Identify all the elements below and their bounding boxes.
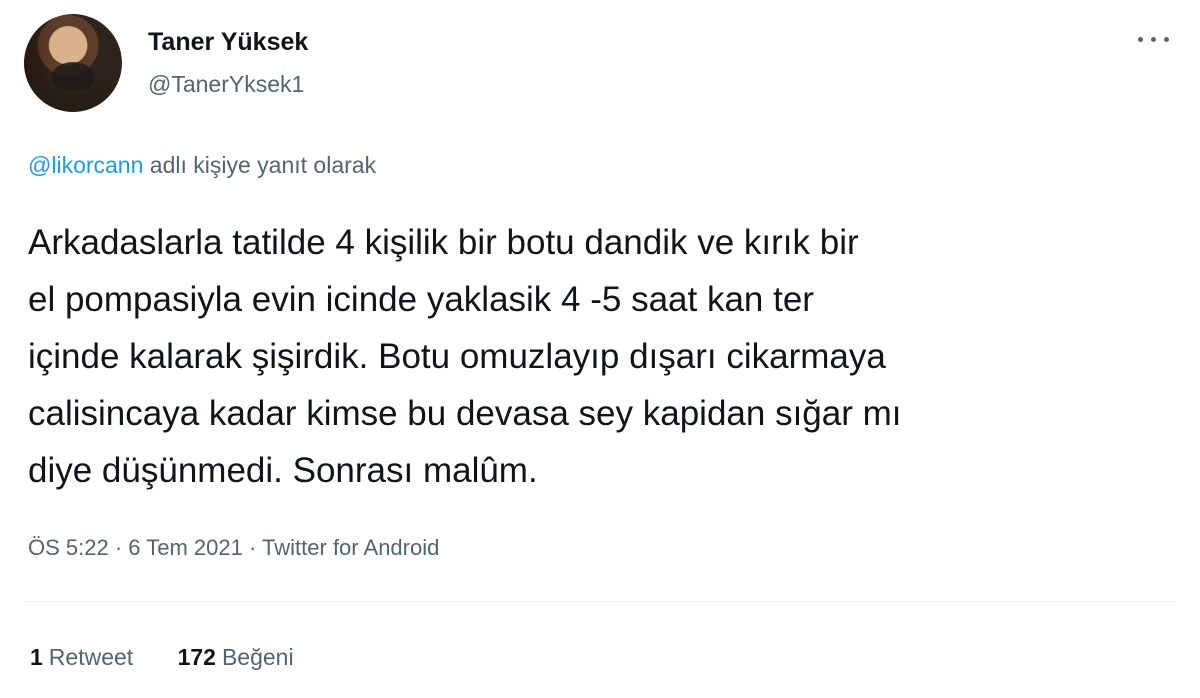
more-options-button[interactable] [1134, 24, 1174, 52]
retweets-label: Retweet [48, 644, 134, 670]
tweet-stats: 1 Retweet 172 Beğeni [30, 641, 332, 673]
replied-user-mention[interactable]: @likorcann [28, 152, 143, 178]
reply-context: @likorcann adlı kişiye yanıt olarak [28, 149, 376, 181]
author-handle[interactable]: @TanerYksek1 [148, 69, 304, 99]
author-avatar[interactable] [24, 14, 122, 112]
stats-divider [24, 601, 1176, 602]
tweet-text: Arkadaslarla tatilde 4 kişilik bir botu … [28, 214, 1173, 499]
more-horizontal-icon [1151, 37, 1156, 42]
more-horizontal-icon [1164, 37, 1169, 42]
more-horizontal-icon [1138, 37, 1143, 42]
likes-count: 172 [177, 644, 216, 670]
tweet-source-link[interactable]: Twitter for Android [262, 535, 439, 560]
meta-separator: · [249, 535, 257, 560]
tweet-header: Taner Yüksek @TanerYksek1 [24, 14, 1176, 114]
meta-separator: · [114, 535, 123, 560]
reply-context-label: adlı kişiye yanıt olarak [149, 152, 377, 178]
tweet-text-line: içinde kalarak şişirdik. Botu omuzlayıp … [28, 337, 886, 376]
tweet-text-line: diye düşünmedi. Sonrası malûm. [28, 451, 538, 490]
likes-stat[interactable]: 172 Beğeni [178, 641, 294, 673]
tweet-time-link[interactable]: ÖS 5:22 [28, 535, 109, 560]
tweet-text-line: el pompasiyla evin icinde yaklasik 4 -5 … [28, 280, 814, 319]
author-display-name[interactable]: Taner Yüksek [148, 26, 308, 58]
tweet-meta: ÖS 5:22 · 6 Tem 2021 · Twitter for Andro… [28, 532, 439, 564]
tweet: Taner Yüksek @TanerYksek1 @likorcann adl… [0, 0, 1200, 698]
retweets-stat[interactable]: 1 Retweet [30, 641, 133, 673]
tweet-text-line: Arkadaslarla tatilde 4 kişilik bir botu … [28, 223, 859, 262]
retweets-count: 1 [30, 644, 43, 670]
tweet-date-link[interactable]: 6 Tem 2021 [128, 535, 243, 560]
likes-label: Beğeni [221, 644, 294, 670]
tweet-text-line: calisincaya kadar kimse bu devasa sey ka… [28, 394, 902, 433]
